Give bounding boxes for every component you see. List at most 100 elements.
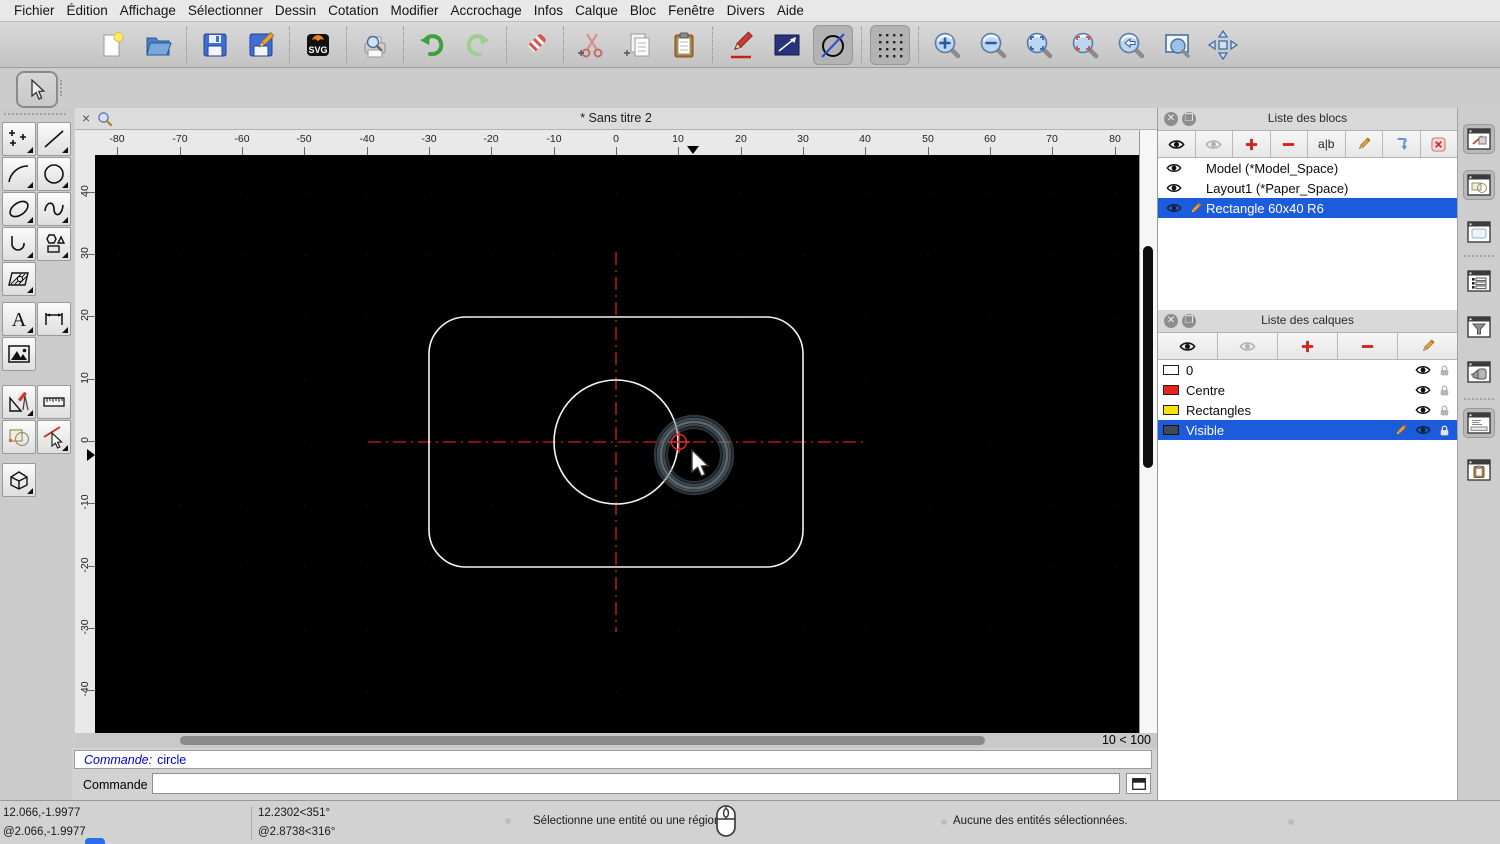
- open-file-button[interactable]: [138, 25, 178, 65]
- vertical-scrollbar-thumb[interactable]: [1143, 246, 1153, 468]
- visibility-eye-icon[interactable]: [1415, 422, 1431, 438]
- redo-button[interactable]: [458, 25, 498, 65]
- menu-cotation[interactable]: Cotation: [328, 3, 378, 18]
- visibility-eye-icon[interactable]: [1166, 180, 1182, 196]
- hatch-tool-button[interactable]: [2, 262, 36, 296]
- block-editor-dock-button[interactable]: [1463, 124, 1495, 154]
- zoom-previous-button[interactable]: [1111, 25, 1151, 65]
- lock-icon[interactable]: [1438, 424, 1451, 437]
- attributes-tool-button[interactable]: [37, 420, 71, 454]
- menu-edition[interactable]: Édition: [67, 3, 108, 18]
- svg-export-button[interactable]: SVG: [298, 25, 338, 65]
- print-preview-button[interactable]: [355, 25, 395, 65]
- add-layer-button[interactable]: [1278, 333, 1338, 359]
- ellipse-tool-button[interactable]: [2, 192, 36, 226]
- zoom-out-button[interactable]: [973, 25, 1013, 65]
- menu-infos[interactable]: Infos: [534, 3, 563, 18]
- visibility-eye-icon[interactable]: [1166, 200, 1182, 216]
- visibility-eye-icon[interactable]: [1415, 382, 1431, 398]
- draw-circle-button[interactable]: [813, 25, 853, 65]
- clipboard-dock-button[interactable]: [1463, 455, 1495, 485]
- command-dock-button[interactable]: [1463, 408, 1495, 438]
- delete-block-button[interactable]: [1421, 131, 1458, 157]
- points-tool-button[interactable]: [2, 122, 36, 156]
- measure-tool-button[interactable]: [37, 385, 71, 419]
- block-row-model[interactable]: Model (*Model_Space): [1158, 158, 1457, 178]
- image-tool-button[interactable]: [2, 337, 36, 371]
- rename-block-button[interactable]: a|b: [1308, 131, 1346, 157]
- block-row-rectangle[interactable]: Rectangle 60x40 R6: [1158, 198, 1457, 218]
- zoom-in-button[interactable]: [927, 25, 967, 65]
- menu-bloc[interactable]: Bloc: [630, 3, 656, 18]
- circle-tool-button[interactable]: [37, 157, 71, 191]
- library-dock-button[interactable]: [1463, 170, 1495, 200]
- remove-block-button[interactable]: [1271, 131, 1309, 157]
- spline-tool-button[interactable]: [37, 192, 71, 226]
- menu-fichier[interactable]: Fichier: [14, 3, 55, 18]
- line-tool-button[interactable]: [37, 122, 71, 156]
- vertical-scrollbar[interactable]: [1139, 130, 1157, 733]
- arc-tool-button[interactable]: [2, 157, 36, 191]
- horizontal-scrollbar-thumb[interactable]: [180, 736, 985, 745]
- box3d-tool-button[interactable]: [2, 463, 36, 497]
- command-input[interactable]: [152, 773, 1120, 794]
- pan-button[interactable]: [1203, 25, 1243, 65]
- cut-button[interactable]: [572, 25, 612, 65]
- delete-button[interactable]: [515, 25, 555, 65]
- show-all-layers-button[interactable]: [1158, 333, 1218, 359]
- drawing-canvas[interactable]: [95, 155, 1139, 733]
- paste-button[interactable]: [664, 25, 704, 65]
- order-tool-button[interactable]: [2, 420, 36, 454]
- visibility-eye-icon[interactable]: [1415, 362, 1431, 378]
- undo-button[interactable]: [412, 25, 452, 65]
- edit-block-button[interactable]: [1346, 131, 1384, 157]
- render-dock-button[interactable]: [1463, 357, 1495, 387]
- draw-pen-button[interactable]: [721, 25, 761, 65]
- zoom-auto-button[interactable]: [1019, 25, 1059, 65]
- show-all-blocks-button[interactable]: [1158, 131, 1196, 157]
- selection-tool-button[interactable]: [16, 71, 58, 108]
- visibility-eye-icon[interactable]: [1166, 160, 1182, 176]
- layer-row-centre[interactable]: Centre: [1158, 380, 1457, 400]
- menu-modifier[interactable]: Modifier: [390, 3, 438, 18]
- visibility-eye-icon[interactable]: [1415, 402, 1431, 418]
- layer-row-visible[interactable]: Visible: [1158, 420, 1457, 440]
- menu-aide[interactable]: Aide: [777, 3, 804, 18]
- layer-row-0[interactable]: 0: [1158, 360, 1457, 380]
- remove-layer-button[interactable]: [1338, 333, 1398, 359]
- list-dock-button[interactable]: [1463, 266, 1495, 296]
- hide-all-layers-button[interactable]: [1218, 333, 1278, 359]
- zoom-selection-button[interactable]: [1065, 25, 1105, 65]
- preview-dock-button[interactable]: [1463, 217, 1495, 247]
- text-tool-button[interactable]: A: [2, 302, 36, 336]
- save-button[interactable]: [195, 25, 235, 65]
- add-block-button[interactable]: [1233, 131, 1271, 157]
- edit-layer-button[interactable]: [1398, 333, 1457, 359]
- zoom-window-button[interactable]: [1157, 25, 1197, 65]
- filter-dock-button[interactable]: [1463, 312, 1495, 342]
- save-as-button[interactable]: [241, 25, 281, 65]
- menu-accrochage[interactable]: Accrochage: [450, 3, 521, 18]
- menu-selectionner[interactable]: Sélectionner: [188, 3, 263, 18]
- menu-divers[interactable]: Divers: [727, 3, 765, 18]
- copy-button[interactable]: [618, 25, 658, 65]
- layer-row-rectangles[interactable]: Rectangles: [1158, 400, 1457, 420]
- menu-calque[interactable]: Calque: [575, 3, 618, 18]
- lock-icon[interactable]: [1438, 364, 1451, 377]
- insert-block-button[interactable]: [1383, 131, 1421, 157]
- menu-fenetre[interactable]: Fenêtre: [668, 3, 715, 18]
- modify-tool-button[interactable]: [2, 385, 36, 419]
- hide-all-blocks-button[interactable]: [1196, 131, 1234, 157]
- horizontal-scrollbar[interactable]: 10 < 100: [75, 733, 1157, 748]
- block-row-layout1[interactable]: Layout1 (*Paper_Space): [1158, 178, 1457, 198]
- draw-line-button[interactable]: [767, 25, 807, 65]
- menu-affichage[interactable]: Affichage: [120, 3, 176, 18]
- lock-icon[interactable]: [1438, 404, 1451, 417]
- polyline-tool-button[interactable]: [2, 227, 36, 261]
- new-document-button[interactable]: [92, 25, 132, 65]
- lock-icon[interactable]: [1438, 384, 1451, 397]
- polygon-tool-button[interactable]: [37, 227, 71, 261]
- command-options-button[interactable]: [1126, 773, 1151, 794]
- dimension-tool-button[interactable]: [37, 302, 71, 336]
- grid-toggle-button[interactable]: [870, 25, 910, 65]
